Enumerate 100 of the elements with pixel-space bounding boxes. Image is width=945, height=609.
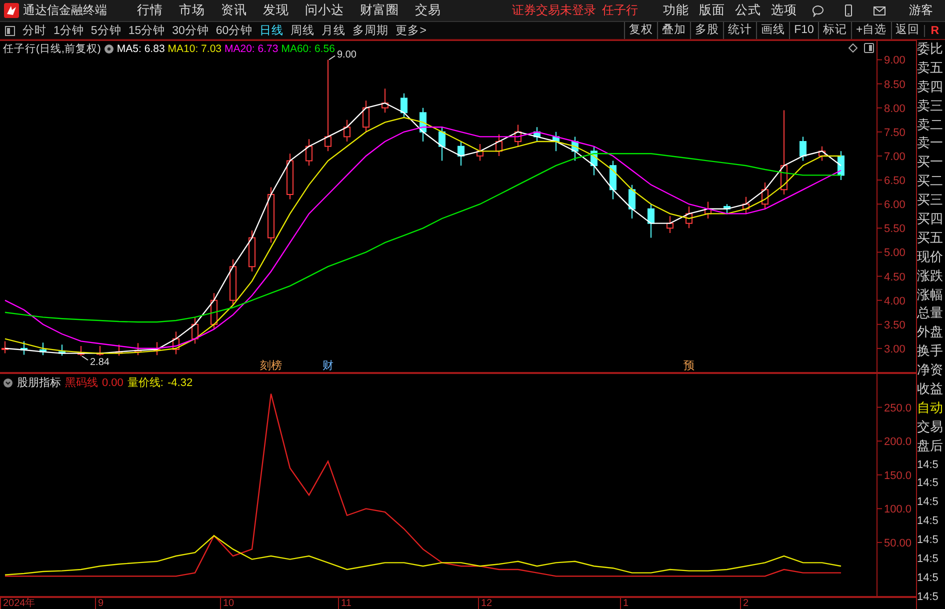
quote-label: 14:5 xyxy=(917,458,940,473)
axis-label: 100.0 xyxy=(884,504,912,516)
period-tab[interactable]: 1分钟 xyxy=(50,23,88,38)
quote-label: 净资 xyxy=(917,361,944,380)
user-label[interactable]: 游客 xyxy=(909,2,933,19)
menu-item[interactable]: 财富圈 xyxy=(352,2,407,19)
period-tab[interactable]: 月线 xyxy=(318,23,350,38)
axis-label: 11 xyxy=(338,598,352,609)
event-marker[interactable]: 财 xyxy=(322,360,334,372)
settings-icon[interactable] xyxy=(104,44,114,54)
axis-label: 8.50 xyxy=(884,78,906,91)
period-tab[interactable]: 15分钟 xyxy=(124,23,169,38)
toolbar-button[interactable]: 复权 xyxy=(624,22,658,39)
quote-label: 现价 xyxy=(917,248,944,266)
menu-item[interactable]: 问小达 xyxy=(297,2,352,19)
quote-label: 买五 xyxy=(917,228,944,247)
leader-line xyxy=(328,55,336,60)
candle xyxy=(704,201,712,220)
indicator-legend: 黑码线 xyxy=(65,375,98,390)
candle xyxy=(686,206,692,229)
toolbar-button[interactable]: F10 xyxy=(789,22,818,39)
candle xyxy=(286,153,294,200)
candle xyxy=(724,204,730,214)
quote-label: 委比 xyxy=(917,40,944,58)
menu-item[interactable]: 功能 xyxy=(658,2,694,19)
quote-label[interactable]: 自动 xyxy=(917,398,945,418)
toolbar-button[interactable]: 叠加 xyxy=(657,22,690,39)
candle xyxy=(116,344,122,356)
axis-label: 9 xyxy=(95,598,104,609)
menu-item[interactable]: 公式 xyxy=(730,2,766,19)
period-tab[interactable]: 多周期 xyxy=(349,23,392,38)
axis-label: 4.00 xyxy=(884,295,906,308)
candle xyxy=(192,316,198,344)
menu-item[interactable]: 行情 xyxy=(129,2,171,19)
menu-item[interactable]: 资讯 xyxy=(213,2,255,19)
diamond-icon[interactable] xyxy=(848,43,858,53)
event-marker[interactable]: 刻榜 xyxy=(260,360,282,372)
candle xyxy=(628,184,636,220)
indicator-value: -4.32 xyxy=(167,376,193,388)
candle xyxy=(248,230,256,272)
period-tab[interactable]: 周线 xyxy=(287,23,318,38)
phone-icon[interactable] xyxy=(842,4,855,17)
quote-label: 卖三 xyxy=(917,96,944,115)
quote-label: 14:5 xyxy=(917,570,940,586)
candle xyxy=(268,186,274,244)
menu-item[interactable]: 发现 xyxy=(255,2,297,19)
app-title: 通达信金融终端 xyxy=(23,2,107,19)
indicator-legend: 量价线: xyxy=(127,375,164,390)
quote-label: 买四 xyxy=(917,210,944,228)
price-annotation: 2.84 xyxy=(90,357,110,368)
candle xyxy=(438,126,446,162)
chat-icon[interactable] xyxy=(811,4,824,17)
logo-icon xyxy=(4,3,19,18)
period-tab[interactable]: 30分钟 xyxy=(168,23,212,38)
candle xyxy=(210,292,218,330)
collapse-icon[interactable] xyxy=(3,378,13,388)
toolbar-button[interactable]: 标记 xyxy=(818,22,851,39)
axis-label: 6.00 xyxy=(884,199,906,212)
quote-label: 收益 xyxy=(917,380,944,398)
menu-item[interactable]: 市场 xyxy=(171,2,213,19)
candle xyxy=(590,146,598,176)
quote-label: 外盘 xyxy=(917,323,944,342)
toolbar-button[interactable]: 返回 xyxy=(890,22,924,39)
quote-label: 14:5 xyxy=(917,590,940,605)
candle xyxy=(762,182,768,210)
corner-button[interactable]: R xyxy=(924,24,945,36)
period-tab[interactable]: 5分钟 xyxy=(87,23,125,38)
ma-legend: MA5: 6.83 xyxy=(116,43,165,55)
event-marker[interactable]: 预 xyxy=(684,360,694,372)
quote-label: 卖二 xyxy=(917,116,944,134)
toolbar-button[interactable]: 画线 xyxy=(756,22,790,39)
quote-label: 买三 xyxy=(917,191,944,210)
panel-icon[interactable] xyxy=(864,43,874,53)
quote-label: 盘后 xyxy=(917,436,944,455)
candle xyxy=(476,143,484,162)
menu-item[interactable]: 版面 xyxy=(694,2,730,19)
panel-icon[interactable] xyxy=(5,26,15,36)
candle xyxy=(514,124,522,147)
toolbar-button[interactable]: +自选 xyxy=(850,22,891,39)
mail-icon[interactable] xyxy=(873,4,886,17)
axis-label: 12 xyxy=(478,598,492,609)
menu-item[interactable]: 选项 xyxy=(766,2,802,19)
menu-item[interactable]: 交易 xyxy=(407,2,449,19)
candle xyxy=(154,342,160,356)
period-tab[interactable]: 分时 xyxy=(19,23,50,38)
login-status[interactable]: 证券交易未登录 xyxy=(509,2,599,19)
toolbar-button[interactable]: 多股 xyxy=(690,22,724,39)
stock-name: 任子行 xyxy=(601,2,639,19)
candle xyxy=(534,126,540,142)
period-tab[interactable]: 更多> xyxy=(392,23,430,38)
axis-label: 7.00 xyxy=(884,150,906,163)
candle xyxy=(78,346,84,357)
toolbar-button[interactable]: 统计 xyxy=(723,22,756,39)
axis-label: 150.0 xyxy=(884,470,912,482)
candle xyxy=(666,216,674,234)
period-tab[interactable]: 日线 xyxy=(256,23,288,38)
quote-label: 卖五 xyxy=(917,58,944,77)
candle xyxy=(818,146,826,162)
period-tab[interactable]: 60分钟 xyxy=(212,23,256,38)
quote-label: 换手 xyxy=(917,342,944,360)
